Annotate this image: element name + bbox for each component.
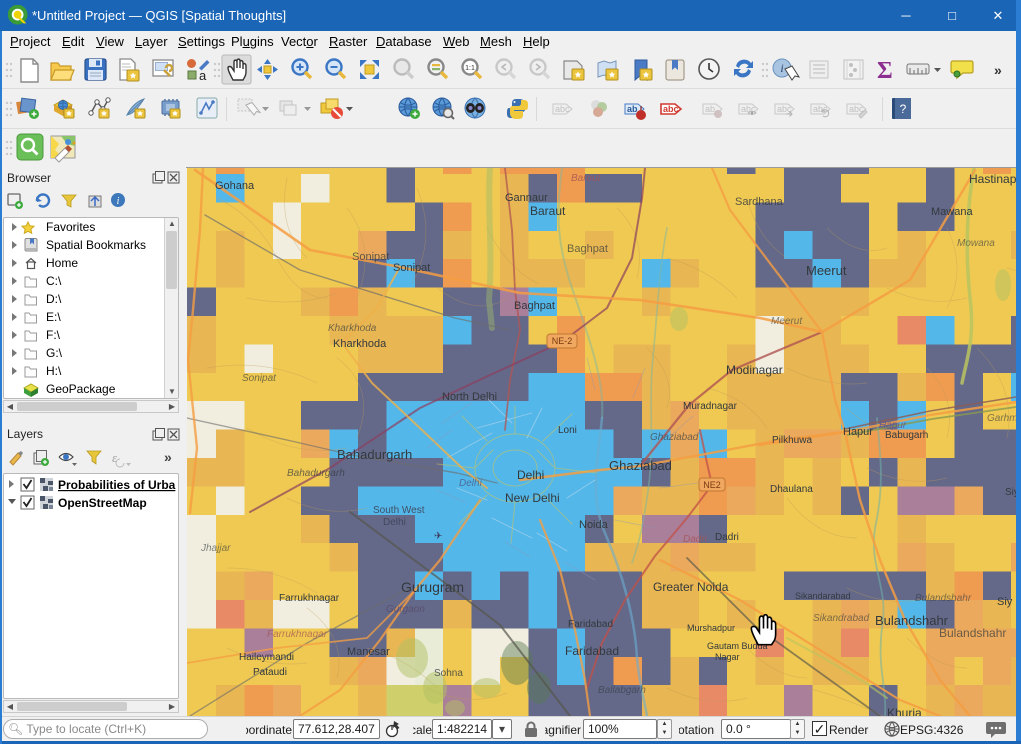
svg-text:Farrukhnagar: Farrukhnagar — [267, 629, 328, 640]
svg-text:abc: abc — [663, 104, 679, 114]
svg-text:»: » — [994, 62, 1002, 78]
svg-text:Meerut: Meerut — [806, 263, 847, 278]
svg-text:Faridabad: Faridabad — [568, 619, 613, 630]
svg-text:Noida: Noida — [579, 519, 609, 531]
svg-text:Delhi: Delhi — [383, 517, 406, 528]
svg-text:✈︎: ✈︎ — [434, 531, 442, 542]
svg-text:Dadri: Dadri — [715, 532, 739, 543]
svg-text:Haileymandi: Haileymandi — [239, 652, 294, 663]
svg-text:Home: Home — [46, 256, 78, 270]
svg-text:Mowana: Mowana — [957, 238, 995, 249]
svg-text:1:1: 1:1 — [465, 65, 475, 72]
svg-text:Sonipat: Sonipat — [242, 373, 277, 384]
svg-text:South West: South West — [373, 505, 425, 516]
svg-text:abc: abc — [555, 104, 570, 114]
svg-text:i: i — [780, 61, 783, 75]
svg-text:E:\: E:\ — [46, 310, 61, 324]
svg-text:GeoPackage: GeoPackage — [46, 382, 116, 396]
svg-text:G:\: G:\ — [46, 346, 63, 360]
svg-text:Bahadurgarh: Bahadurgarh — [287, 468, 345, 479]
svg-text:F:\: F:\ — [46, 328, 61, 342]
svg-text:NE2: NE2 — [703, 480, 721, 490]
svg-text:Delhi: Delhi — [517, 468, 544, 482]
svg-text:Favorites: Favorites — [46, 220, 95, 234]
svg-text:Pataudi: Pataudi — [253, 667, 287, 678]
svg-text:Gurgaon: Gurgaon — [386, 604, 425, 615]
svg-text:OpenStreetMap: OpenStreetMap — [58, 496, 147, 510]
svg-text:ab: ab — [705, 104, 715, 114]
svg-text:Barout: Barout — [571, 173, 602, 184]
svg-text:Sonipat: Sonipat — [352, 251, 389, 263]
svg-text:Faridabad: Faridabad — [565, 644, 619, 658]
svg-text:ab: ab — [627, 104, 638, 114]
svg-text:Probabilities of Urba: Probabilities of Urba — [58, 478, 176, 492]
svg-text:Murshadpur: Murshadpur — [687, 623, 735, 633]
svg-text:New Delhi: New Delhi — [505, 491, 560, 505]
svg-text:North Delhi: North Delhi — [442, 391, 497, 403]
svg-text:Gohana: Gohana — [215, 180, 255, 192]
svg-text:Mawana: Mawana — [931, 206, 973, 218]
svg-text:Gurugram: Gurugram — [401, 579, 464, 595]
svg-text:Ghaziabad: Ghaziabad — [609, 458, 672, 473]
svg-text:Jhajjar: Jhajjar — [200, 543, 231, 554]
svg-text:Spatial Bookmarks: Spatial Bookmarks — [46, 238, 146, 252]
svg-text:Baraut: Baraut — [530, 204, 566, 218]
svg-text:Farrukhnagar: Farrukhnagar — [279, 593, 340, 604]
svg-text:Hapur: Hapur — [843, 426, 873, 438]
svg-text:Bulandshahr: Bulandshahr — [915, 593, 972, 604]
svg-text:Meerut: Meerut — [771, 316, 803, 327]
svg-text:a: a — [199, 68, 207, 83]
svg-text:Greater Noida: Greater Noida — [653, 580, 729, 594]
svg-text:NE-2: NE-2 — [552, 336, 573, 346]
svg-text:Pilkhuwa: Pilkhuwa — [772, 435, 812, 446]
svg-text:Nagar: Nagar — [715, 652, 740, 662]
svg-text:Kharkhoda: Kharkhoda — [328, 323, 377, 334]
svg-text:Siy: Siy — [997, 596, 1013, 608]
svg-text:Σ: Σ — [877, 58, 893, 84]
svg-text:Baghpat: Baghpat — [514, 300, 555, 312]
svg-text:Kharkhoda: Kharkhoda — [333, 338, 387, 350]
svg-text:Garhmukte: Garhmukte — [987, 413, 1016, 424]
svg-text:Bulandshahr: Bulandshahr — [875, 613, 949, 628]
svg-text:Sardhana: Sardhana — [735, 196, 784, 208]
svg-text:D:\: D:\ — [46, 292, 62, 306]
svg-text:Manesar: Manesar — [347, 646, 390, 658]
svg-text:Muradnagar: Muradnagar — [683, 401, 738, 412]
svg-text:abc: abc — [777, 104, 792, 114]
svg-text:Sonipat: Sonipat — [393, 262, 430, 274]
svg-text:abc: abc — [849, 104, 864, 114]
svg-text:Loni: Loni — [558, 425, 577, 436]
svg-text:Modinagar: Modinagar — [726, 363, 783, 377]
svg-text:Hastinapur: Hastinapur — [969, 172, 1016, 186]
svg-text:Bulandshahr: Bulandshahr — [939, 626, 1006, 640]
svg-text:C:\: C:\ — [46, 274, 62, 288]
svg-text:Delhi: Delhi — [459, 478, 483, 489]
svg-text:Gannaur: Gannaur — [505, 192, 548, 204]
svg-text:Siy: Siy — [1005, 487, 1016, 498]
svg-text:abc: abc — [813, 104, 828, 114]
svg-text:Sikandrabad: Sikandrabad — [813, 613, 870, 624]
svg-text:Baghpat: Baghpat — [567, 243, 608, 255]
svg-text:Ghaziabad: Ghaziabad — [650, 432, 699, 443]
svg-text:ε: ε — [112, 450, 118, 465]
svg-text:»: » — [164, 449, 172, 465]
svg-text:Dadri: Dadri — [683, 534, 708, 545]
svg-text:H:\: H:\ — [46, 364, 62, 378]
svg-text:Khurja: Khurja — [887, 706, 922, 716]
svg-text:Babugarh: Babugarh — [885, 430, 928, 441]
svg-text:?: ? — [900, 102, 907, 116]
svg-text:Sikandarabad: Sikandarabad — [795, 591, 851, 601]
svg-text:i: i — [117, 196, 120, 207]
svg-text:Sohna: Sohna — [434, 668, 463, 679]
svg-text:Dhaulana: Dhaulana — [770, 484, 813, 495]
svg-text:Ballabgarh: Ballabgarh — [598, 685, 646, 696]
svg-text:Bahadurgarh: Bahadurgarh — [337, 447, 412, 462]
